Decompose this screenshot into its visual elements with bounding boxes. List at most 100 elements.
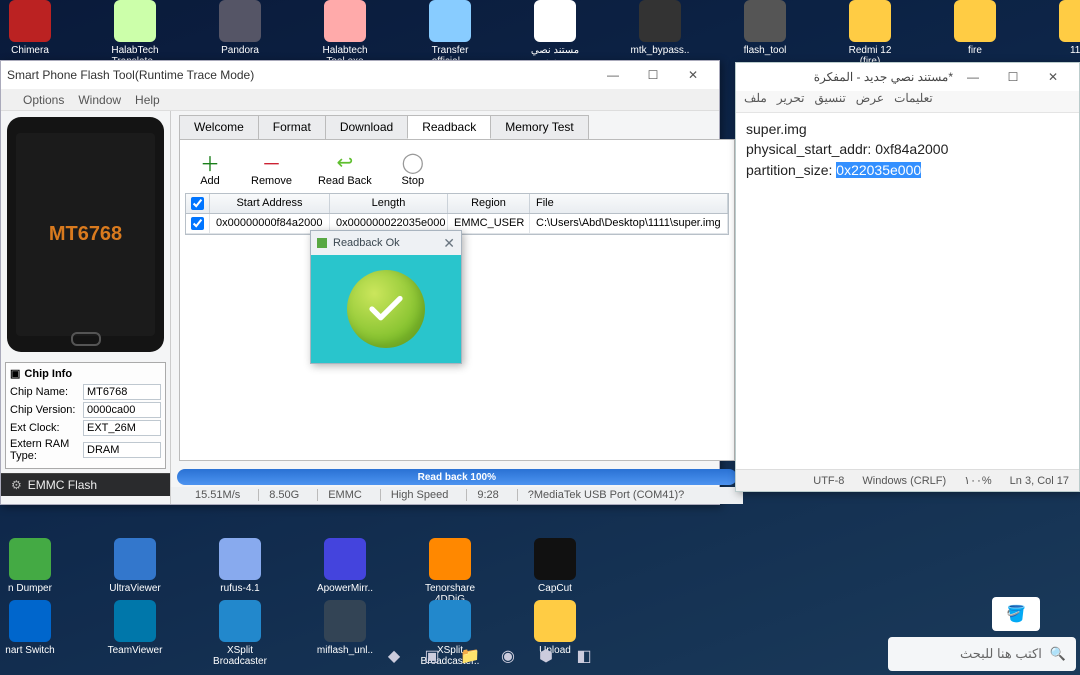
desktop-icon[interactable]: Chimera: [0, 0, 60, 67]
desktop-icon[interactable]: UltraViewer: [105, 538, 165, 605]
menu-item[interactable]: Window: [78, 93, 121, 107]
desktop-icon[interactable]: CapCut: [525, 538, 585, 605]
grid-header-checkbox[interactable]: [186, 194, 210, 213]
np-line2-label: physical_start_addr:: [746, 141, 875, 157]
grid-header-length[interactable]: Length: [330, 194, 448, 213]
remove-button[interactable]: －Remove: [251, 149, 292, 187]
taskbar-chrome-icon[interactable]: ◉: [494, 642, 522, 670]
dialog-close-button[interactable]: ✕: [443, 235, 455, 252]
tab-readback[interactable]: Readback: [407, 115, 491, 139]
add-button[interactable]: ＋Add: [195, 149, 225, 187]
toolbar-label: Stop: [398, 175, 428, 187]
np-status-zoom: ١٠٠%: [964, 474, 992, 487]
grid-header-region[interactable]: Region: [448, 194, 530, 213]
chip-field-label: Ext Clock:: [10, 422, 80, 434]
stop-button[interactable]: ◯Stop: [398, 149, 428, 187]
icon-label: TeamViewer: [105, 645, 165, 656]
app-icon: [954, 0, 996, 42]
icon-label: flash_tool: [735, 45, 795, 56]
menu-item[interactable]: Options: [23, 93, 64, 107]
toolbar-label: Add: [195, 175, 225, 187]
taskbar-app-3[interactable]: 📁: [456, 642, 484, 670]
desktop-icon[interactable]: flash_tool: [735, 0, 795, 67]
desktop-icon[interactable]: Tenorshare 4DDiG: [420, 538, 480, 605]
menu-item[interactable]: عرض: [856, 91, 884, 112]
minimize-button[interactable]: —: [593, 62, 633, 88]
chip-field-label: Extern RAM Type:: [10, 438, 80, 462]
app-icon: [219, 600, 261, 642]
taskbar-app-1[interactable]: ◆: [380, 642, 408, 670]
menu-item[interactable]: تنسيق: [815, 91, 846, 112]
dialog-icon: [317, 238, 327, 248]
desktop-icon[interactable]: 1111: [1050, 0, 1080, 67]
grid-header-start[interactable]: Start Address: [210, 194, 330, 213]
tab-memory-test[interactable]: Memory Test: [490, 115, 588, 139]
icon-label: fire: [945, 45, 1005, 56]
menu-item[interactable]: Help: [135, 93, 160, 107]
chip-field-value[interactable]: [83, 442, 161, 458]
desktop-icon[interactable]: Pandora: [210, 0, 270, 67]
notepad-text-area[interactable]: super.img physical_start_addr: 0xf84a200…: [736, 113, 1079, 469]
app-icon: [219, 538, 261, 580]
notepad-window: ✕ ☐ — *مستند نصي جديد - المفكرة ملف تحرير…: [735, 62, 1080, 492]
desktop-icon[interactable]: Redmi 12 (fire): [840, 0, 900, 67]
row-checkbox-cell[interactable]: [186, 214, 210, 233]
row-checkbox[interactable]: [191, 217, 204, 230]
desktop-icon[interactable]: nart Switch: [0, 600, 60, 667]
desktop-icon[interactable]: n Dumper: [0, 538, 60, 605]
status-usb: High Speed: [380, 489, 449, 501]
recycle-bin-icon[interactable]: 🪣: [992, 597, 1040, 631]
notepad-statusbar: Ln 3, Col 17 ١٠٠% Windows (CRLF) UTF-8: [736, 469, 1079, 491]
status-port: ?MediaTek USB Port (COM41)?: [517, 489, 685, 501]
tab-format[interactable]: Format: [258, 115, 326, 139]
desktop-icon[interactable]: fire: [945, 0, 1005, 67]
toolbar-label: Remove: [251, 175, 292, 187]
phone-preview: MT6768: [7, 117, 164, 352]
progress-text: Read back 100%: [418, 472, 496, 483]
icon-label: nart Switch: [0, 645, 60, 656]
gear-icon: ⚙: [11, 478, 22, 492]
dialog-body: [311, 255, 461, 363]
desktop-icon[interactable]: Transfer official ..: [420, 0, 480, 67]
phone-home-icon: [71, 332, 101, 346]
desktop-icon[interactable]: HalabTech Translate..: [105, 0, 165, 67]
chip-field-value[interactable]: [83, 420, 161, 436]
taskbar-app-5[interactable]: ⬢: [532, 642, 560, 670]
spft-titlebar[interactable]: Smart Phone Flash Tool(Runtime Trace Mod…: [1, 61, 719, 89]
taskbar-app-6[interactable]: ◧: [570, 642, 598, 670]
desktop-icon[interactable]: TeamViewer: [105, 600, 165, 667]
maximize-button[interactable]: ☐: [633, 62, 673, 88]
np-close-button[interactable]: ✕: [1033, 64, 1073, 90]
header-checkbox[interactable]: [191, 197, 204, 210]
icon-label: mtk_bypass..: [630, 45, 690, 56]
menu-item[interactable]: ملف: [744, 91, 767, 112]
menu-item[interactable]: تعليمات: [894, 91, 933, 112]
np-minimize-button[interactable]: —: [953, 64, 993, 90]
chip-field-value[interactable]: [83, 402, 161, 418]
app-icon: [744, 0, 786, 42]
dialog-titlebar[interactable]: Readback Ok ✕: [311, 231, 461, 255]
np-maximize-button[interactable]: ☐: [993, 64, 1033, 90]
close-button[interactable]: ✕: [673, 62, 713, 88]
icon-label: rufus-4.1: [210, 583, 270, 594]
tab-download[interactable]: Download: [325, 115, 408, 139]
desktop-icon[interactable]: rufus-4.1: [210, 538, 270, 605]
desktop-icon[interactable]: Halabtech Tool.exe: [315, 0, 375, 67]
desktop-icon[interactable]: mtk_bypass..: [630, 0, 690, 67]
tab-welcome[interactable]: Welcome: [179, 115, 259, 139]
chip-field-value[interactable]: [83, 384, 161, 400]
desktop-icon[interactable]: مستند نصي جديد: [525, 0, 585, 67]
taskbar-app-2[interactable]: ▣: [418, 642, 446, 670]
desktop-icon[interactable]: miflash_unl..: [315, 600, 375, 667]
read-back-button[interactable]: ↩Read Back: [318, 149, 372, 187]
grid-header-file[interactable]: File: [530, 194, 728, 213]
menu-item[interactable]: تحرير: [777, 91, 805, 112]
desktop-icon[interactable]: XSplit Broadcaster: [210, 600, 270, 667]
emmc-flash-row[interactable]: ⚙ EMMC Flash: [1, 473, 170, 496]
notepad-titlebar[interactable]: ✕ ☐ — *مستند نصي جديد - المفكرة: [736, 63, 1079, 91]
app-icon: [534, 0, 576, 42]
desktop-icon[interactable]: ApowerMirr..: [315, 538, 375, 605]
icon-label: ApowerMirr..: [315, 583, 375, 594]
np-status-enc: UTF-8: [813, 475, 844, 487]
taskbar-search[interactable]: 🔍 اكتب هنا للبحث: [888, 637, 1076, 671]
